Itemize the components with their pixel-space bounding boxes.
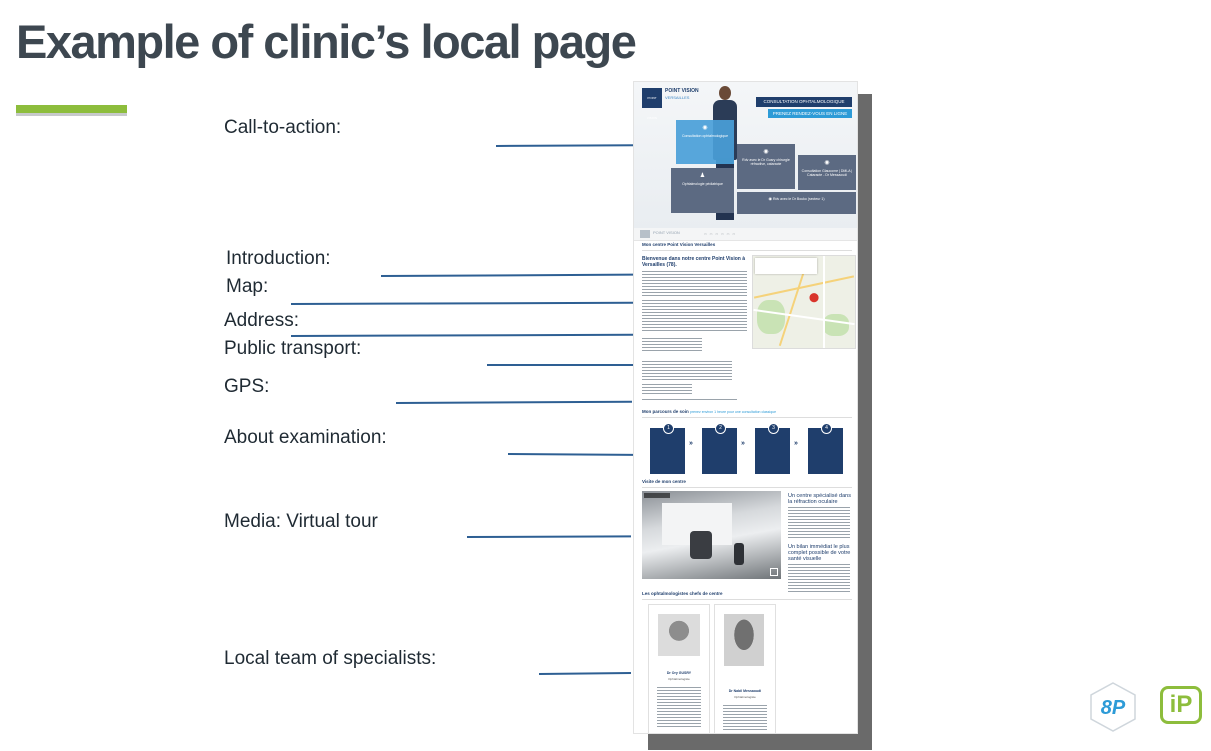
connector-line-about-examination [507, 453, 634, 456]
virtual-tour-viewer[interactable] [642, 491, 781, 579]
doctor-role: Ophtalmologiste [734, 695, 756, 699]
side-heading-refraction: Un centre spécialisé dans la réfraction … [788, 493, 851, 505]
hero-banner: POINT VISION POINT VISION VERSAILLES CON… [634, 82, 857, 228]
eye-icon: ◉ [824, 160, 830, 166]
eye-icon: ◉ [763, 149, 769, 155]
footnote-text [642, 399, 737, 402]
ip-logo: iP [1160, 686, 1202, 724]
label-introduction: Introduction: [226, 248, 331, 269]
slide-title: Example of clinic’s local page [16, 15, 637, 68]
connector-line-address [290, 333, 634, 337]
doctor-bio [723, 705, 767, 731]
step-2: 2 [702, 423, 737, 474]
tile-pediatric[interactable]: ♟ Ophtalmologie pédiatrique [671, 168, 734, 213]
gps-block [642, 384, 692, 394]
care-path-note: prenez environ 1 heure pour une consulta… [690, 410, 777, 414]
label-gps: GPS: [224, 376, 270, 397]
doctor-role: Ophtalmologiste [668, 677, 690, 681]
section-centre-title: Mon centre Point Vision Versailles [642, 242, 716, 247]
clinic-page-screenshot: POINT VISION POINT VISION VERSAILLES CON… [633, 81, 858, 734]
label-media-virtual-tour: Media: Virtual tour [224, 511, 378, 532]
doctor-name: Dr Nabil Messaoudi [728, 689, 762, 693]
eye-icon: ◉ [702, 125, 708, 131]
child-icon: ♟ [699, 173, 706, 179]
consultation-banner: CONSULTATION OPHTALMOLOGIQUE [756, 97, 852, 107]
title-accent-bar [16, 105, 127, 116]
connector-line-media [466, 535, 632, 538]
intro-text [642, 271, 747, 297]
label-about-examination: About examination: [224, 427, 387, 448]
connector-line-team [538, 672, 632, 675]
nav-menu-items[interactable]: ▭ ▭ ▭ ▭ ▭ ▭ [704, 232, 736, 236]
doctor-bio [657, 687, 701, 729]
brand-logo: POINT VISION [642, 88, 662, 120]
nav-logo [640, 230, 650, 238]
nav-brand: POINT VISION [653, 230, 680, 235]
address-block [642, 338, 702, 352]
8p-logo: 8P [1090, 682, 1136, 732]
doctor-photo [658, 614, 700, 656]
book-online-button[interactable]: PRENEZ RENDEZ-VOUS EN LIGNE [768, 109, 852, 118]
tile-refractive-surgery[interactable]: ◉ Rdv avec le Dr Gusry chirurgie réfract… [737, 144, 795, 189]
connector-line-public-transport [487, 364, 633, 366]
care-path-steps: 1 » 2 » 3 » 4 [650, 422, 850, 474]
doctor-card[interactable]: Dr Nabil Messaoudi Ophtalmologiste [714, 604, 776, 733]
step-1: 1 [650, 423, 685, 474]
eye-icon: ◉ [768, 196, 772, 201]
assessment-text [788, 564, 850, 592]
step-4: 4 [808, 423, 843, 474]
doctor-card[interactable]: Dr Ory GUSRY Ophtalmologiste [648, 604, 710, 733]
tile-consultation[interactable]: ◉ Consultation ophtalmologique [676, 120, 734, 164]
8p-logo-text: 8P [1101, 697, 1126, 719]
doctor-name: Dr Ory GUSRY [666, 671, 692, 675]
clinic-map[interactable]: ⬤ [752, 255, 856, 349]
step-3: 3 [755, 423, 790, 474]
map-pin-icon: ⬤ [809, 292, 820, 302]
section-care-path-title: Mon parcours de soin prenez environ 1 he… [642, 409, 777, 414]
divider [642, 487, 852, 488]
label-address: Address: [224, 310, 299, 331]
step-arrow-icon: » [794, 440, 798, 447]
public-transport-block [642, 361, 732, 381]
hero-brand-name: POINT VISION [665, 88, 699, 94]
label-call-to-action: Call-to-action: [224, 117, 342, 138]
site-navbar: POINT VISION ▭ ▭ ▭ ▭ ▭ ▭ [634, 228, 857, 241]
divider [642, 417, 852, 418]
refraction-text [788, 507, 850, 539]
step-arrow-icon: » [741, 440, 745, 447]
section-team-title: Les ophtalmologistes chefs de centre [642, 591, 723, 596]
label-map: Map: [226, 276, 269, 297]
label-local-team: Local team of specialists: [224, 648, 437, 669]
step-arrow-icon: » [689, 440, 693, 447]
tile-glaucoma[interactable]: ◉ Consultation Glaucome | DMLA | Catarac… [798, 155, 856, 190]
doctor-photo [724, 614, 764, 666]
label-public-transport: Public transport: [224, 338, 362, 359]
tile-dr-bouko[interactable]: ◉ Rdv avec le Dr Bouko (secteur 1) [737, 192, 856, 214]
hero-brand-city: VERSAILLES [665, 95, 690, 100]
tour-label [644, 493, 670, 498]
connector-line-map [290, 301, 634, 305]
fullscreen-icon[interactable] [770, 568, 778, 576]
divider [642, 599, 852, 600]
side-heading-assessment: Un bilan immédiat le plus complet possib… [788, 544, 851, 562]
map-info-box [755, 258, 817, 274]
section-visit-title: Visite de mon centre [642, 479, 686, 484]
connector-line-introduction [380, 273, 634, 277]
intro-heading: Bienvenue dans notre centre Point Vision… [642, 256, 745, 268]
access-text [642, 300, 747, 333]
connector-line-gps [395, 400, 633, 404]
divider [642, 250, 852, 251]
